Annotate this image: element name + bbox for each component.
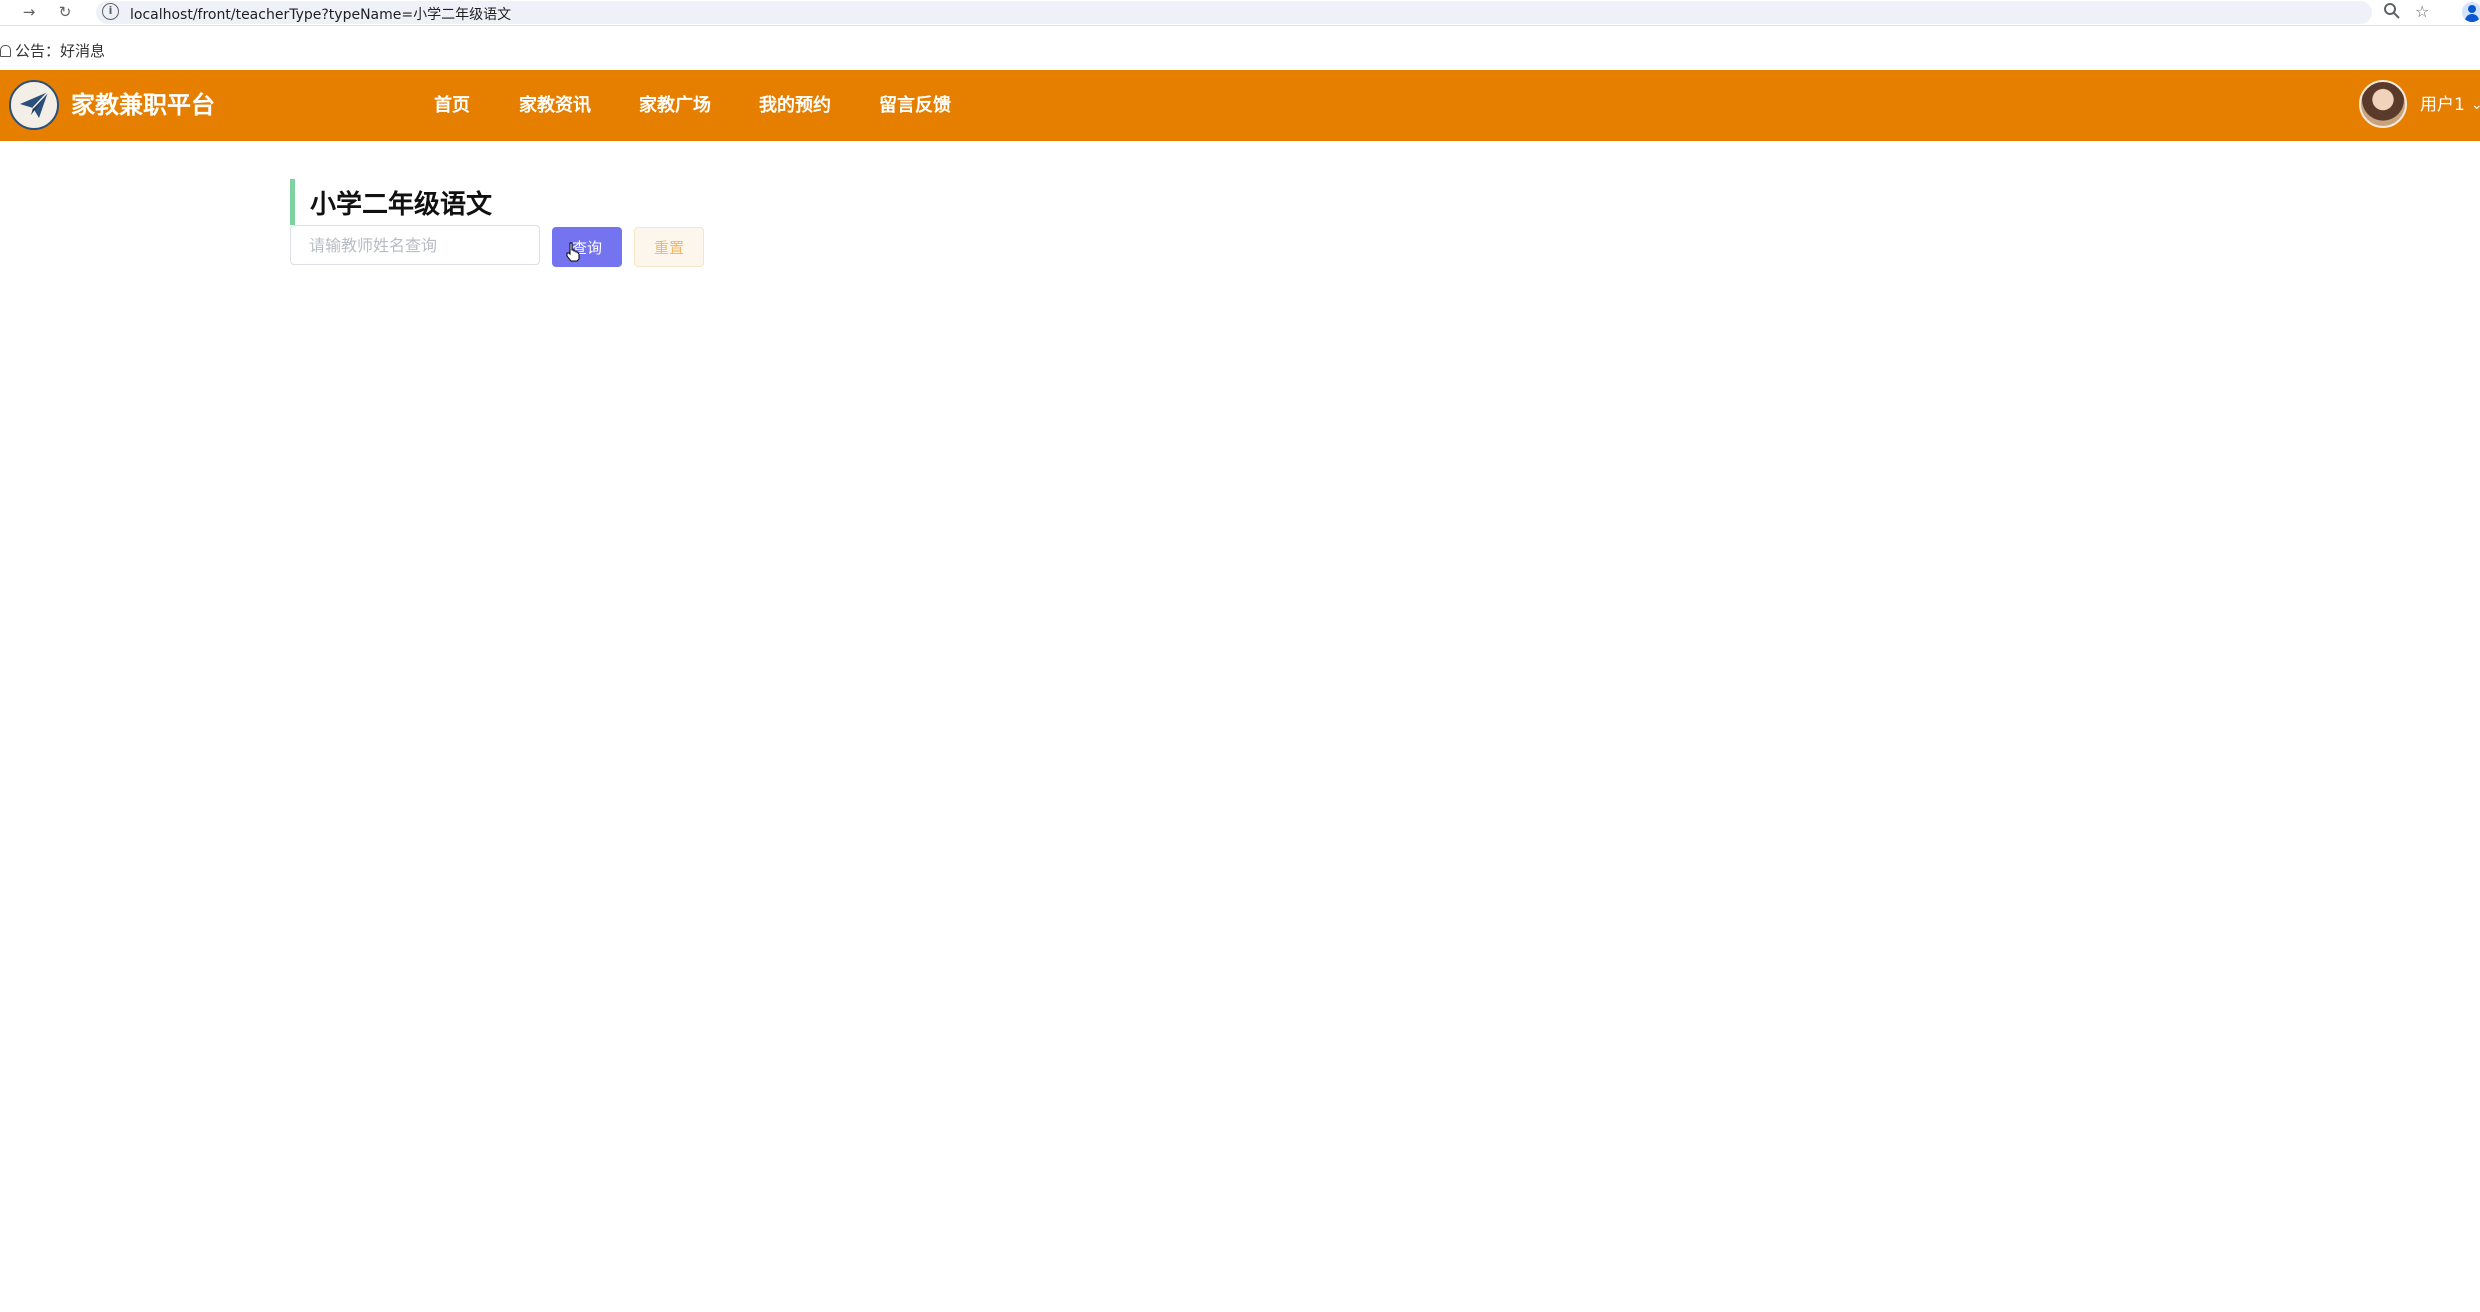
zoom-icon[interactable] bbox=[2383, 2, 2401, 22]
paper-plane-icon[interactable] bbox=[9, 80, 59, 130]
avatar[interactable] bbox=[2359, 80, 2407, 128]
announcement-bar: 公告：好消息 bbox=[0, 37, 105, 65]
announcement-label: 公告： bbox=[15, 42, 61, 60]
site-header: 家教兼职平台 首页 家教资讯 家教广场 我的预约 留言反馈 用户1 ⌄ bbox=[0, 70, 2480, 141]
bookmark-star-icon[interactable]: ☆ bbox=[2415, 2, 2429, 22]
url-text: localhost/front/teacherType?typeName=小学二… bbox=[130, 7, 512, 23]
address-bar[interactable]: i localhost/front/teacherType?typeName=小… bbox=[96, 1, 2372, 24]
site-info-icon[interactable]: i bbox=[102, 3, 119, 20]
announcement-text: 好消息 bbox=[60, 42, 106, 60]
reset-button[interactable]: 重置 bbox=[634, 227, 704, 267]
hand-cursor-icon bbox=[565, 242, 581, 266]
query-button[interactable]: 查询 bbox=[552, 227, 622, 267]
nav-item-tutoring-news[interactable]: 家教资讯 bbox=[519, 91, 591, 121]
forward-arrow-icon[interactable]: → bbox=[19, 2, 39, 22]
chevron-down-icon[interactable]: ⌄ bbox=[2471, 92, 2480, 118]
profile-icon[interactable] bbox=[2462, 2, 2480, 22]
site-name[interactable]: 家教兼职平台 bbox=[71, 88, 215, 122]
username[interactable]: 用户1 bbox=[2420, 92, 2465, 118]
bell-icon bbox=[0, 45, 11, 57]
nav-item-feedback[interactable]: 留言反馈 bbox=[879, 91, 951, 121]
nav-item-my-appointments[interactable]: 我的预约 bbox=[759, 91, 831, 121]
teacher-name-search-input[interactable] bbox=[290, 225, 540, 265]
nav-item-home[interactable]: 首页 bbox=[434, 91, 470, 121]
reload-icon[interactable]: ↻ bbox=[55, 2, 75, 22]
page-title: 小学二年级语文 bbox=[290, 179, 492, 225]
browser-toolbar: → ↻ i localhost/front/teacherType?typeNa… bbox=[0, 0, 2480, 26]
nav-item-tutoring-square[interactable]: 家教广场 bbox=[639, 91, 711, 121]
